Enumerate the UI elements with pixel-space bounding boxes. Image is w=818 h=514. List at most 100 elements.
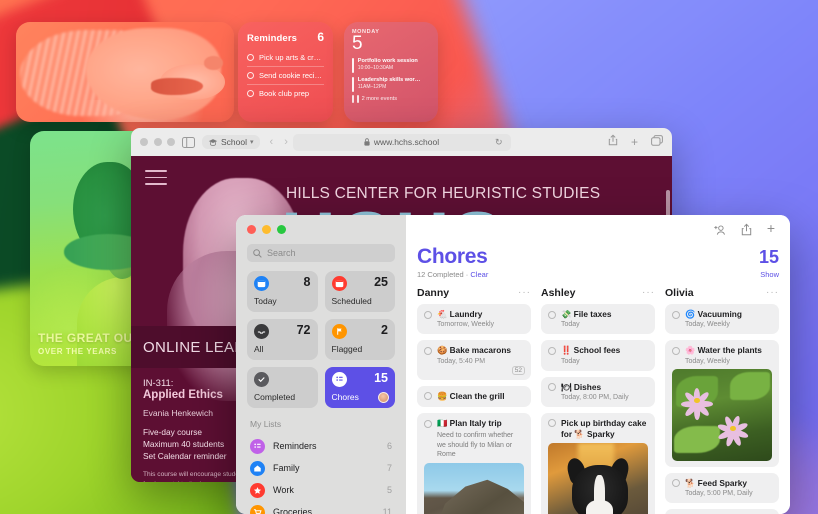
hamburger-menu-icon[interactable]	[145, 170, 167, 190]
reminder-card[interactable]: 🍪 Bake macarons Today, 5:40 PM 52	[417, 340, 531, 380]
smart-list-flagged[interactable]: 2 Flagged	[324, 319, 395, 360]
zoom-button[interactable]	[277, 225, 286, 234]
reminder-checkbox[interactable]	[424, 310, 432, 319]
reminders-window[interactable]: Search 8 Today 25 Scheduled 72 All 2 Fla…	[236, 215, 790, 514]
photos-widget[interactable]	[16, 22, 234, 122]
sidebar-item-count: 7	[386, 463, 392, 473]
reminder-checkbox[interactable]	[548, 419, 556, 428]
inbox-icon	[254, 324, 269, 339]
smart-list-count: 8	[303, 275, 311, 289]
reminder-attachment-image[interactable]	[424, 463, 524, 514]
reminder-card[interactable]: 🐔 Laundry Tomorrow, Weekly	[417, 304, 531, 335]
reminder-emoji: 🍪	[437, 345, 448, 356]
reminders-toolbar: +	[417, 215, 779, 241]
sidebar-item-work[interactable]: Work 5	[247, 479, 395, 501]
close-button[interactable]	[140, 138, 148, 146]
tab-overview-icon[interactable]	[651, 133, 663, 151]
window-traffic-lights[interactable]	[247, 225, 395, 234]
add-reminder-icon[interactable]: +	[767, 221, 775, 241]
smart-list-today[interactable]: 8 Today	[247, 271, 318, 312]
search-icon	[253, 248, 262, 258]
profile-selector[interactable]: School ▾	[202, 135, 260, 149]
reminder-card[interactable]: 🇮🇹 Plan Italy trip Need to confirm wheth…	[417, 413, 531, 514]
checkbox-circle-icon[interactable]	[247, 54, 254, 61]
ellipsis-icon[interactable]: ···	[766, 288, 779, 298]
reminders-widget-item[interactable]: Pick up arts & cr…	[247, 49, 324, 67]
calendar-event[interactable]: Leadership skills wor… 11AM–12PM	[352, 76, 430, 92]
reload-icon[interactable]: ↻	[495, 137, 503, 148]
reminder-card[interactable]: Pick up birthday cake for 🐕 Sparky	[541, 412, 655, 514]
sidebar-item-groceries[interactable]: Groceries 11	[247, 501, 395, 514]
ellipsis-icon[interactable]: ···	[642, 288, 655, 298]
reminder-attachment-image[interactable]	[672, 368, 772, 461]
reminder-badge: 52	[511, 365, 525, 375]
reminder-subtitle: Today, Weekly	[685, 321, 730, 329]
share-icon[interactable]	[741, 223, 752, 241]
reminder-card[interactable]: 🌸 Water the plants Today, Weekly	[665, 340, 779, 467]
sidebar-item-family[interactable]: Family 7	[247, 457, 395, 479]
window-traffic-lights[interactable]	[140, 138, 175, 146]
add-person-icon[interactable]	[713, 223, 726, 241]
minimize-button[interactable]	[153, 138, 162, 146]
calendar-weekday: MONDAY	[352, 29, 380, 35]
reminder-attachment-image[interactable]	[548, 443, 648, 514]
calendar-event[interactable]: Portfolio work session 10:00–10:30AM	[352, 58, 430, 74]
show-completed-button[interactable]: Show	[760, 270, 779, 279]
new-tab-icon[interactable]: +	[631, 136, 638, 148]
calendar-widget[interactable]: MONDAY 5 Portfolio work session 10:00–10…	[344, 22, 438, 122]
reminder-checkbox[interactable]	[548, 310, 556, 319]
clear-completed-button[interactable]: Clear	[470, 270, 488, 279]
zoom-button[interactable]	[167, 138, 175, 146]
minimize-button[interactable]	[262, 225, 271, 234]
reminder-checkbox[interactable]	[424, 346, 432, 355]
address-bar[interactable]: www.hchs.school ↻	[292, 133, 511, 151]
calendar-today-icon	[254, 276, 269, 291]
reminder-card[interactable]: 🍽 Dishes Today, 8:00 PM, Daily	[541, 376, 655, 407]
reminder-checkbox[interactable]	[672, 310, 680, 319]
sidebar-item-reminders[interactable]: Reminders 6	[247, 435, 395, 457]
reminder-emoji: 🌸	[685, 345, 696, 356]
reminder-checkbox[interactable]	[548, 346, 556, 355]
smart-list-scheduled[interactable]: 25 Scheduled	[324, 271, 395, 312]
checkmark-icon	[254, 372, 269, 387]
smart-list-completed[interactable]: Completed	[247, 367, 318, 408]
reminder-card[interactable]: ‼️ School fees Today	[541, 340, 655, 371]
flag-icon	[331, 324, 347, 339]
smart-list-chores[interactable]: 15 Chores	[324, 367, 395, 408]
reminder-checkbox[interactable]	[424, 392, 432, 401]
lock-icon	[364, 138, 370, 146]
calendar-more-events[interactable]: 2 more events	[352, 95, 430, 104]
forward-button[interactable]: ›	[284, 136, 288, 148]
close-button[interactable]	[247, 225, 256, 234]
reminder-checkbox[interactable]	[424, 419, 432, 428]
reminder-card[interactable]: 💸 File taxes Today	[541, 304, 655, 335]
smart-lists-grid: 8 Today 25 Scheduled 72 All 2 Flagged Co…	[247, 271, 395, 408]
reminders-widget-count: 6	[317, 30, 324, 44]
checkbox-circle-icon[interactable]	[247, 72, 254, 79]
reminder-checkbox[interactable]	[672, 346, 680, 355]
back-button[interactable]: ‹	[270, 136, 274, 148]
reminder-card[interactable]: 🍔 Clean the grill	[417, 385, 531, 408]
reminder-subtitle: Today	[561, 357, 580, 365]
reminder-checkbox[interactable]	[672, 479, 680, 488]
smart-list-label: Completed	[254, 392, 296, 402]
reminder-card[interactable]: 🐕 Feed Sparky Today, 5:00 PM, Daily	[665, 472, 779, 503]
reminders-widget[interactable]: Reminders 6 Pick up arts & cr… Send cook…	[238, 22, 333, 122]
reminder-title: Dishes	[573, 381, 602, 392]
smart-list-all[interactable]: 72 All	[247, 319, 318, 360]
my-lists-header: My Lists	[250, 419, 282, 429]
reminder-checkbox[interactable]	[548, 383, 556, 392]
reminders-widget-item[interactable]: Book club prep	[247, 85, 324, 102]
sidebar-icon[interactable]	[182, 136, 195, 148]
reminder-emoji: 🌀	[685, 309, 696, 319]
reminders-widget-item[interactable]: Send cookie reci…	[247, 67, 324, 85]
search-input[interactable]: Search	[247, 244, 395, 262]
checkbox-circle-icon[interactable]	[247, 90, 254, 97]
reminders-widget-item-label: Book club prep	[259, 89, 310, 98]
reminder-title: Laundry	[449, 309, 483, 319]
ellipsis-icon[interactable]: ···	[518, 288, 531, 298]
assignee-columns: Danny ··· 🐔 Laundry Tomorrow, Weekly 🍪 B…	[417, 287, 779, 514]
share-icon[interactable]	[608, 133, 618, 151]
reminder-card[interactable]: 🌀 Vacuuming Today, Weekly	[665, 304, 779, 335]
reminder-card-partial[interactable]	[665, 508, 779, 514]
